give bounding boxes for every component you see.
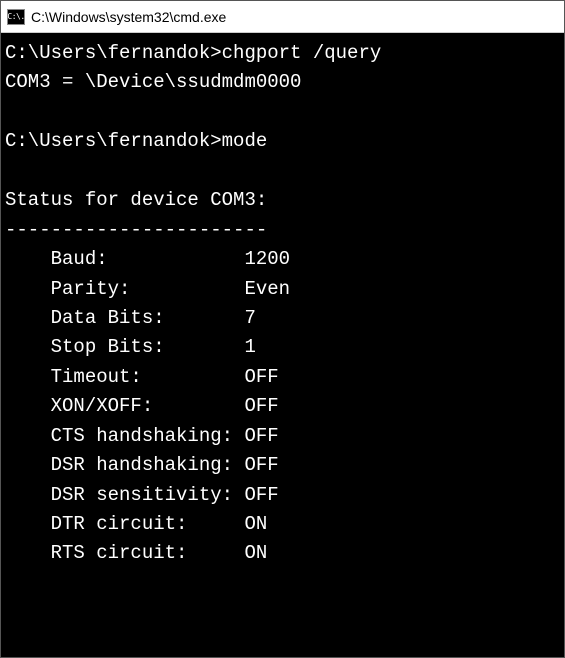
prompt-line-2: C:\Users\fernandok>mode [5, 130, 267, 152]
output-chgport: COM3 = \Device\ssudmdm0000 [5, 71, 301, 93]
row-dsr: DSR handshaking: OFF [5, 454, 279, 476]
prompt-2: C:\Users\fernandok> [5, 130, 222, 152]
row-parity: Parity: Even [5, 278, 290, 300]
terminal-area[interactable]: C:\Users\fernandok>chgport /query COM3 =… [1, 33, 564, 657]
window-title: C:\Windows\system32\cmd.exe [31, 9, 226, 25]
cmd-icon-text: C:\. [7, 13, 24, 21]
row-data-bits: Data Bits: 7 [5, 307, 256, 329]
command-1: chgport /query [222, 42, 382, 64]
cmd-window: C:\. C:\Windows\system32\cmd.exe C:\User… [0, 0, 565, 658]
row-stop-bits: Stop Bits: 1 [5, 336, 256, 358]
row-dsr-sens: DSR sensitivity: OFF [5, 484, 279, 506]
command-2: mode [222, 130, 268, 152]
cmd-icon: C:\. [7, 9, 25, 25]
row-rts: RTS circuit: ON [5, 542, 267, 564]
titlebar[interactable]: C:\. C:\Windows\system32\cmd.exe [1, 1, 564, 33]
row-xonxoff: XON/XOFF: OFF [5, 395, 279, 417]
row-dtr: DTR circuit: ON [5, 513, 267, 535]
status-header: Status for device COM3: [5, 189, 267, 211]
row-cts: CTS handshaking: OFF [5, 425, 279, 447]
prompt-line-1: C:\Users\fernandok>chgport /query [5, 42, 381, 64]
row-timeout: Timeout: OFF [5, 366, 279, 388]
prompt-1: C:\Users\fernandok> [5, 42, 222, 64]
row-baud: Baud: 1200 [5, 248, 290, 270]
divider-line: ----------------------- [5, 219, 267, 241]
